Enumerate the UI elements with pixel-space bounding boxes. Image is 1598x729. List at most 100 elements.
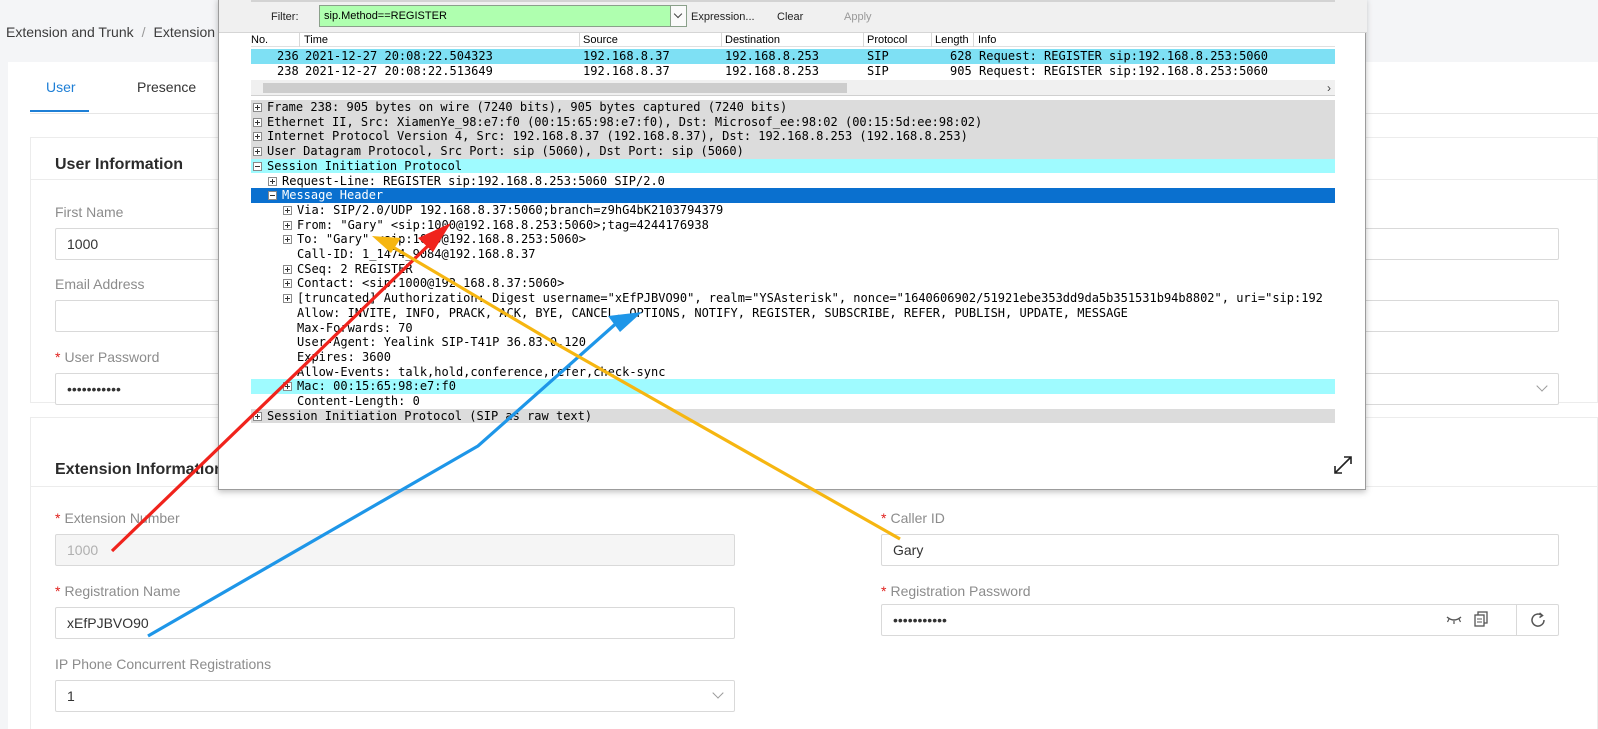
expression-button[interactable]: Expression... [691,11,755,23]
expand-plus-icon[interactable] [253,103,262,112]
tab-user[interactable]: User [46,79,76,95]
column-destination[interactable]: Destination [725,34,780,46]
chevron-down-icon [1536,380,1548,392]
caller-id-input[interactable]: Gary [881,534,1559,566]
column-length[interactable]: Length [935,34,969,46]
concurrent-registrations-value: 1 [67,688,75,704]
details-tree-item-text: Message Header [282,188,384,203]
details-tree-item[interactable]: To: "Gary" <sip:1000@192.168.8.253:5060> [251,232,1335,247]
packet-time: 2021-12-27 20:08:22.504323 [305,49,493,63]
breadcrumb-extension-and-trunk[interactable]: Extension and Trunk [6,24,134,40]
details-tree-item[interactable]: Max-Forwards: 70 [251,321,1335,336]
details-tree-item[interactable]: Ethernet II, Src: XiamenYe_98:e7:f0 (00:… [251,114,1335,130]
password-tools [1438,604,1558,636]
column-separator [863,33,864,47]
details-tree-item[interactable]: Session Initiation Protocol (SIP as raw … [251,408,1335,424]
expand-plus-icon[interactable] [253,132,262,142]
collapse-minus-icon[interactable] [253,161,262,171]
details-tree-item[interactable]: Internet Protocol Version 4, Src: 192.16… [251,129,1335,145]
registration-password-label: * Registration Password [881,583,1031,599]
expand-plus-icon[interactable] [268,176,277,186]
expand-plus-icon[interactable] [253,147,262,157]
details-tree-item[interactable]: Mac: 00:15:65:98:e7:f0 [251,379,1335,394]
details-tree-item-text: CSeq: 2 REGISTER [297,261,413,276]
details-tree-item-text: From: "Gary" <sip:1000@192.168.8.253:506… [297,217,709,232]
user-password-label: * User Password [55,349,159,365]
details-tree-item[interactable]: Allow-Events: talk,hold,conference,refer… [251,365,1335,380]
expand-plus-icon[interactable] [283,205,292,215]
scrollbar-thumb[interactable] [263,83,847,93]
details-tree-item[interactable]: [truncated] Authorization: Digest userna… [251,291,1335,306]
refresh-icon [1531,612,1545,627]
details-tree-item[interactable]: Call-ID: 1_1474_9084@192.168.8.37 [251,247,1335,262]
expand-plus-icon[interactable] [253,411,262,421]
concurrent-registrations-select[interactable]: 1 [55,680,735,712]
extension-number-label: * Extension Number [55,510,180,526]
apply-button[interactable]: Apply [844,11,872,23]
column-source[interactable]: Source [583,34,618,46]
first-name-label: First Name [55,204,124,220]
scroll-right-icon[interactable]: › [1327,81,1331,95]
column-protocol[interactable]: Protocol [867,34,907,46]
details-tree-item[interactable]: User Datagram Protocol, Src Port: sip (5… [251,144,1335,159]
details-tree-item[interactable]: Allow: INVITE, INFO, PRACK, ACK, BYE, CA… [251,306,1335,321]
details-tree-item-text: Expires: 3600 [297,349,391,364]
details-tree-item-text: Frame 238: 905 bytes on wire (7240 bits)… [267,100,788,114]
details-tree-item-text: Contact: <sip:1000@192.168.8.37:5060> [297,276,565,291]
clear-button[interactable]: Clear [777,11,803,23]
registration-password-label-text: Registration Password [890,583,1031,599]
required-asterisk: * [55,349,61,365]
breadcrumb-extension[interactable]: Extension [154,24,215,40]
registration-name-label: * Registration Name [55,583,180,599]
expand-plus-icon[interactable] [253,117,262,127]
column-info[interactable]: Info [978,34,996,46]
copy-icon[interactable] [1474,611,1488,627]
collapse-minus-icon[interactable] [268,191,277,201]
packet-row[interactable]: 238 2021-12-27 20:08:22.513649 192.168.8… [251,64,1335,79]
toolbar-top-edge [251,0,1335,2]
details-tree-item[interactable]: Message Header [251,188,1335,203]
filter-dropdown-button[interactable] [671,5,687,27]
required-asterisk: * [55,583,61,599]
details-tree-item[interactable]: Session Initiation Protocol [251,158,1335,174]
details-tree-item[interactable]: Contact: <sip:1000@192.168.8.37:5060> [251,276,1335,291]
expand-plus-icon[interactable] [283,264,292,274]
details-tree-item[interactable]: User-Agent: Yealink SIP-T41P 36.83.0.120 [251,335,1335,350]
expand-plus-icon[interactable] [283,279,292,289]
expand-plus-icon[interactable] [283,382,292,392]
details-tree-item[interactable]: Via: SIP/2.0/UDP 192.168.8.37:5060;branc… [251,203,1335,218]
breadcrumb-separator: / [141,24,146,40]
expand-plus-icon[interactable] [283,294,292,304]
details-tree-item-text: Max-Forwards: 70 [297,320,413,335]
column-no[interactable]: No. [251,34,268,46]
details-tree-item-text: Via: SIP/2.0/UDP 192.168.8.37:5060;branc… [297,202,724,217]
generate-password-button[interactable] [1516,604,1558,636]
registration-password-input[interactable]: ••••••••••• [881,604,1559,636]
packet-row[interactable]: 236 2021-12-27 20:08:22.504323 192.168.8… [251,49,1335,64]
packet-info: Request: REGISTER sip:192.168.8.253:5060 [979,49,1268,63]
expand-icon[interactable] [1333,455,1353,475]
details-tree-item[interactable]: Content-Length: 0 [251,394,1335,409]
details-tree-item-text: User Datagram Protocol, Src Port: sip (5… [267,144,744,159]
details-tree-item[interactable]: Expires: 3600 [251,350,1335,365]
pbx-extension-page: Extension and Trunk / Extension User Prese… [0,0,1598,729]
hide-password-icon[interactable] [1446,613,1462,625]
display-filter-input[interactable]: sip.Method==REGISTER [319,5,671,27]
column-time[interactable]: Time [304,34,328,46]
registration-password-value: ••••••••••• [893,612,947,628]
expand-plus-icon[interactable] [283,220,292,230]
registration-name-input[interactable]: xEfPJBVO90 [55,607,735,639]
tab-presence[interactable]: Presence [137,79,196,95]
packet-protocol: SIP [867,64,889,78]
details-tree-item[interactable]: CSeq: 2 REGISTER [251,262,1335,277]
expand-plus-icon[interactable] [283,235,292,245]
details-tree-item-text: Mac: 00:15:65:98:e7:f0 [297,379,456,394]
details-tree-item[interactable]: From: "Gary" <sip:1000@192.168.8.253:506… [251,218,1335,233]
details-tree-item[interactable]: Frame 238: 905 bytes on wire (7240 bits)… [251,100,1335,115]
details-tree-item-text: Allow-Events: talk,hold,conference,refer… [297,364,666,379]
details-tree-item-text: Session Initiation Protocol (SIP as raw … [267,408,593,423]
details-tree-item[interactable]: Request-Line: REGISTER sip:192.168.8.253… [251,174,1335,189]
packet-list-header: No. Time Source Destination Protocol Len… [251,33,1335,47]
email-address-label: Email Address [55,276,145,292]
packet-list-scrollbar[interactable]: › [251,80,1335,96]
